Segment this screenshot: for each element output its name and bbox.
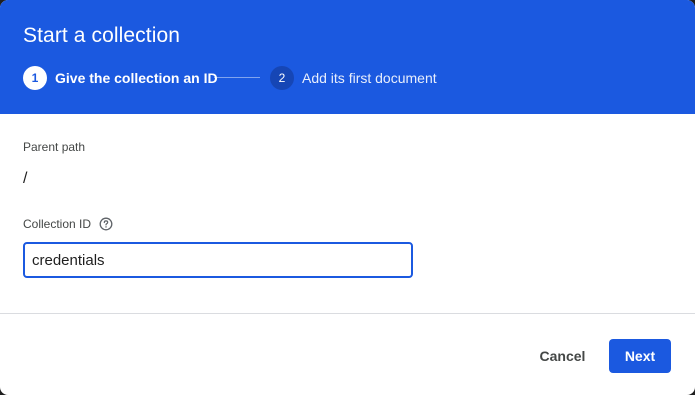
next-button[interactable]: Next <box>609 339 671 373</box>
start-collection-dialog: Start a collection 1 Give the collection… <box>0 0 695 395</box>
step-1-label: Give the collection an ID <box>55 70 218 86</box>
step-1: 1 Give the collection an ID <box>23 66 218 90</box>
parent-path-value: / <box>23 170 28 187</box>
step-2-label: Add its first document <box>302 70 437 86</box>
footer-divider <box>0 313 695 314</box>
step-2-number: 2 <box>270 66 294 90</box>
step-1-number: 1 <box>23 66 47 90</box>
step-2: 2 Add its first document <box>270 66 437 90</box>
help-circle-icon[interactable] <box>99 217 113 231</box>
cancel-button[interactable]: Cancel <box>526 341 599 371</box>
step-connector <box>214 77 260 78</box>
collection-id-label: Collection ID <box>23 217 92 231</box>
collection-id-input[interactable] <box>23 242 413 278</box>
dialog-title: Start a collection <box>23 24 181 47</box>
parent-path-label: Parent path <box>23 140 86 154</box>
collection-id-label-row: Collection ID <box>23 217 113 231</box>
dialog-header: Start a collection 1 Give the collection… <box>0 0 695 114</box>
